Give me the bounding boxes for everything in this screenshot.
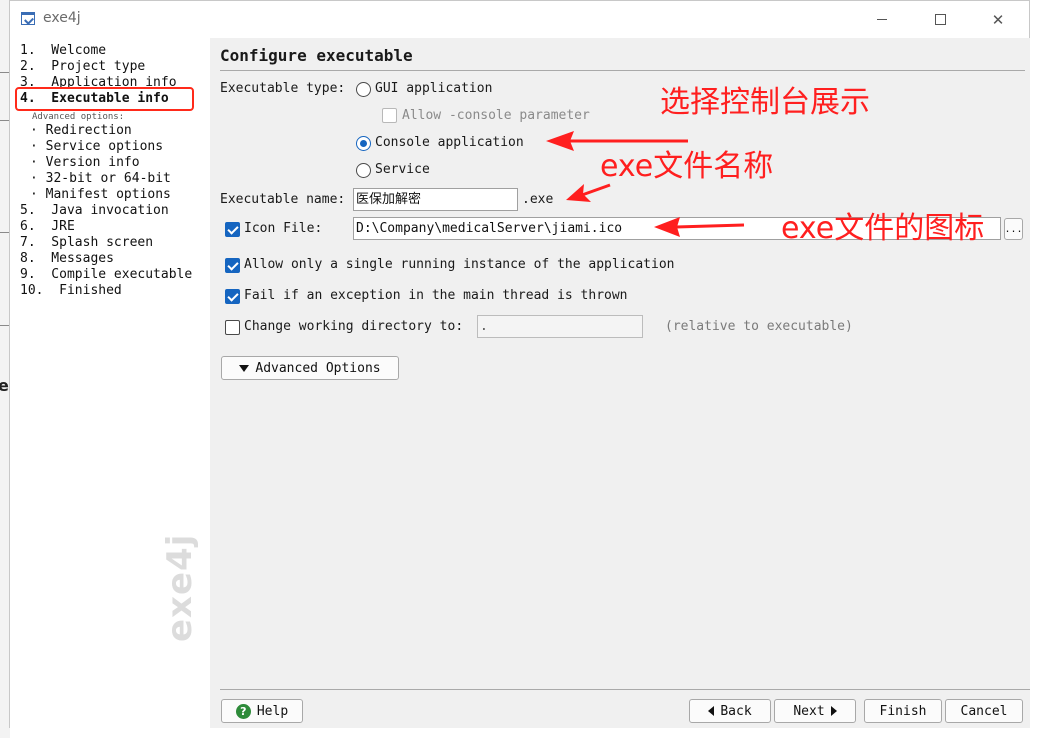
icon-file-label[interactable]: Icon File:: [244, 221, 322, 236]
finish-button[interactable]: Finish: [864, 699, 942, 723]
back-button[interactable]: Back: [689, 699, 771, 723]
nav-step-finished[interactable]: 10. Finished: [20, 283, 122, 299]
chevron-down-icon: [239, 364, 250, 372]
nav-sub-service-options[interactable]: · Service options: [30, 139, 163, 155]
console-application-radio[interactable]: [356, 136, 371, 151]
nav-step-compile-executable[interactable]: 9. Compile executable: [20, 267, 192, 283]
active-step-annotation-box: [15, 87, 194, 111]
exe4j-window: exe4j ✕ 1. Welcome 2. Project type 3. Ap…: [9, 0, 1030, 728]
allow-console-label: Allow -console parameter: [402, 108, 590, 123]
minimize-icon: [877, 19, 887, 20]
title-divider: [220, 70, 1025, 71]
service-label[interactable]: Service: [375, 162, 430, 177]
fail-exception-label[interactable]: Fail if an exception in the main thread …: [244, 288, 628, 303]
next-button[interactable]: Next: [774, 699, 856, 723]
single-instance-label[interactable]: Allow only a single running instance of …: [244, 257, 674, 272]
allow-console-checkbox: [382, 108, 397, 123]
single-instance-checkbox[interactable]: [225, 258, 240, 273]
window-title: exe4j: [43, 10, 81, 26]
console-application-label[interactable]: Console application: [375, 135, 524, 150]
app-icon: [21, 12, 35, 25]
change-working-dir-label[interactable]: Change working directory to:: [244, 319, 463, 334]
nav-sub-32-64-bit[interactable]: · 32-bit or 64-bit: [30, 171, 171, 187]
nav-step-splash-screen[interactable]: 7. Splash screen: [20, 235, 153, 251]
nav-sub-version-info[interactable]: · Version info: [30, 155, 140, 171]
cancel-button[interactable]: Cancel: [945, 699, 1023, 723]
nav-sub-redirection[interactable]: · Redirection: [30, 123, 132, 139]
working-dir-input: .: [477, 315, 643, 338]
browse-icon-file-button[interactable]: ...: [1004, 218, 1023, 240]
nav-sub-manifest-options[interactable]: · Manifest options: [30, 187, 171, 203]
minimize-button[interactable]: [859, 1, 905, 38]
help-button[interactable]: ? Help: [221, 699, 303, 723]
next-label: Next: [793, 703, 825, 719]
back-arrow-icon: [708, 706, 715, 716]
maximize-button[interactable]: [917, 1, 963, 38]
nav-step-project-type[interactable]: 2. Project type: [20, 59, 145, 75]
maximize-icon: [934, 14, 946, 25]
advanced-options-label: Advanced Options: [255, 360, 381, 376]
nav-step-jre[interactable]: 6. JRE: [20, 219, 75, 235]
next-arrow-icon: [830, 706, 837, 716]
gui-application-label[interactable]: GUI application: [375, 81, 492, 96]
exe4j-brand-watermark: exe4j: [160, 533, 200, 642]
nav-step-java-invocation[interactable]: 5. Java invocation: [20, 203, 169, 219]
advanced-options-button[interactable]: Advanced Options: [221, 356, 399, 380]
close-button[interactable]: ✕: [975, 1, 1021, 38]
nav-step-messages[interactable]: 8. Messages: [20, 251, 114, 267]
fail-exception-checkbox[interactable]: [225, 289, 240, 304]
executable-type-label: Executable type:: [220, 81, 346, 96]
gui-application-radio[interactable]: [356, 82, 371, 97]
executable-name-input[interactable]: 医保加解密: [353, 188, 518, 211]
footer-divider: [220, 689, 1030, 690]
icon-file-checkbox[interactable]: [225, 222, 240, 237]
change-working-dir-checkbox[interactable]: [225, 320, 240, 335]
annotation-exe-name-text: exe文件名称: [600, 149, 774, 184]
page-title: Configure executable: [220, 46, 413, 65]
background-glyph: e: [0, 376, 9, 395]
executable-name-label: Executable name:: [220, 192, 346, 207]
close-icon: ✕: [991, 10, 1005, 29]
title-bar: exe4j ✕: [10, 1, 1029, 38]
annotation-console-text: 选择控制台展示: [660, 85, 870, 120]
help-label: Help: [256, 703, 289, 719]
exe-suffix-label: .exe: [522, 192, 554, 207]
annotation-icon-text: exe文件的图标: [781, 211, 985, 246]
service-radio[interactable]: [356, 163, 371, 178]
working-dir-note: (relative to executable): [665, 319, 853, 334]
main-panel: Configure executable Executable type: GU…: [210, 38, 1030, 728]
nav-step-welcome[interactable]: 1. Welcome: [20, 43, 106, 59]
help-icon: ?: [235, 703, 251, 719]
back-label: Back: [720, 703, 752, 719]
wizard-step-nav: 1. Welcome 2. Project type 3. Applicatio…: [10, 38, 210, 728]
nav-advanced-options-heading: Advanced options:: [32, 112, 125, 122]
